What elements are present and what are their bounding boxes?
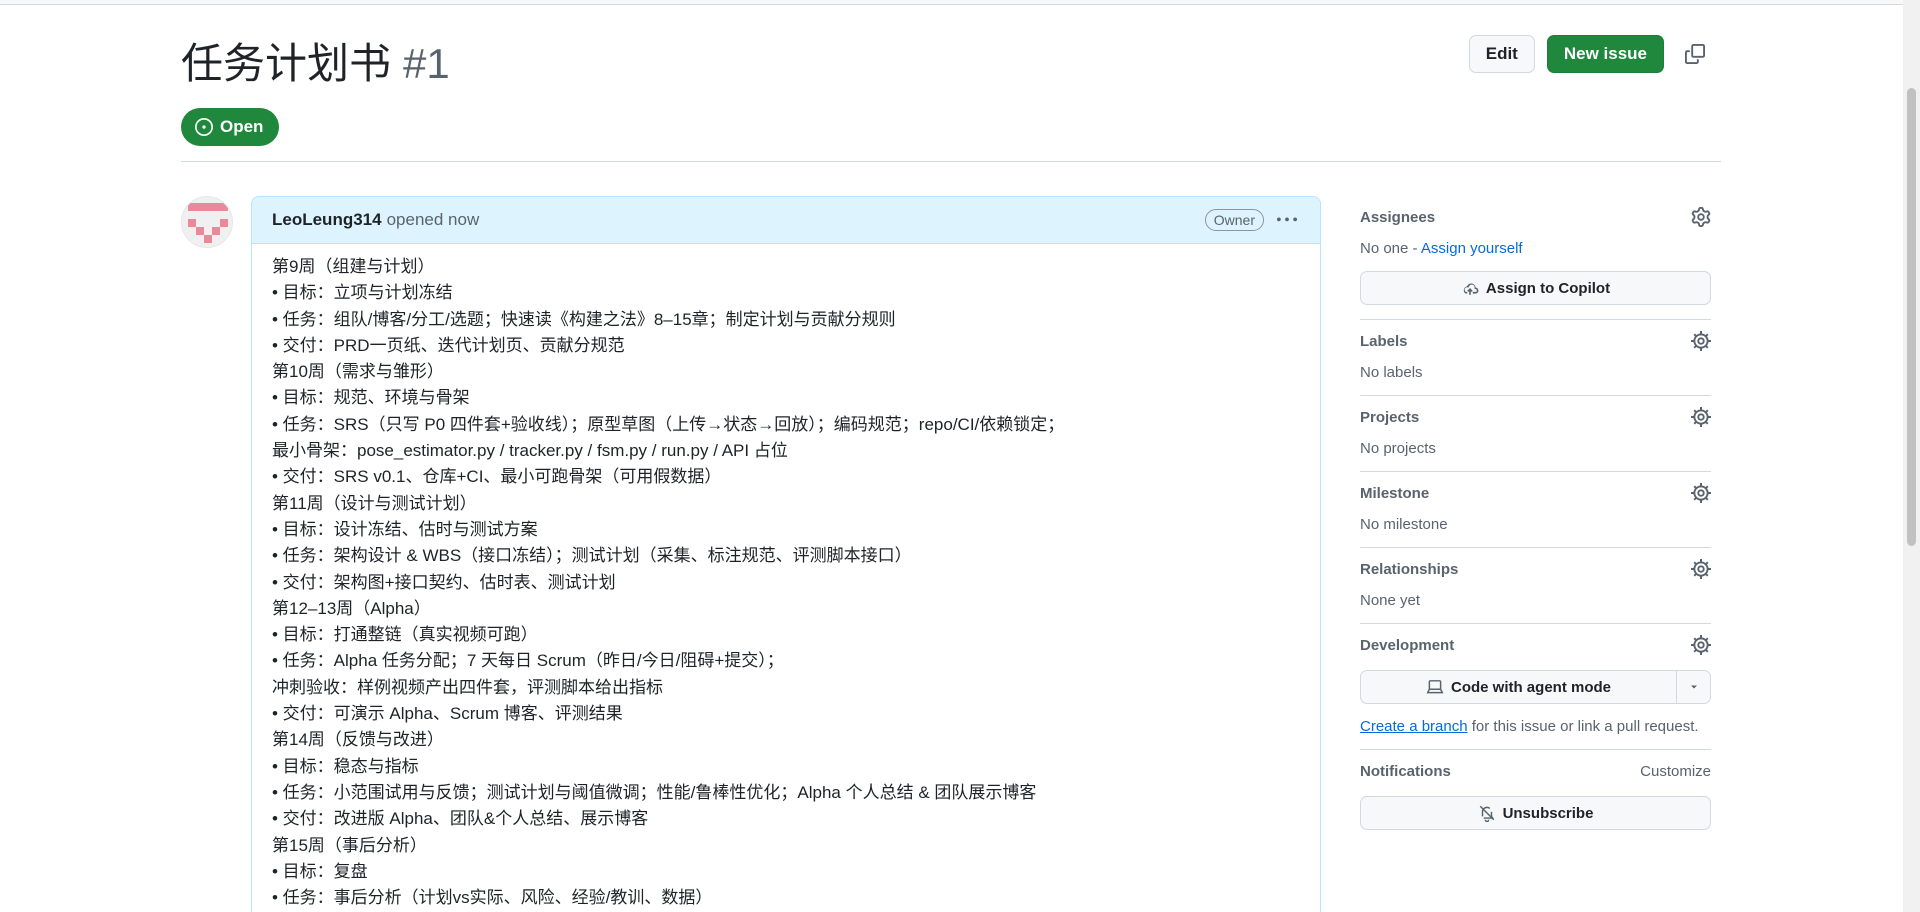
owner-badge: Owner — [1204, 209, 1264, 231]
body-line: • 任务：小范围试用与反馈；测试计划与阈值微调；性能/鲁棒性优化；Alpha 个… — [272, 782, 1037, 802]
body-line: 第12–13周（Alpha） — [272, 598, 431, 618]
kebab-menu-icon[interactable] — [1274, 207, 1300, 233]
issue-title: 任务计划书 — [181, 40, 392, 87]
new-issue-button[interactable]: New issue — [1546, 35, 1664, 73]
scrollbar-thumb[interactable] — [1907, 88, 1916, 546]
body-line: • 交付：可演示 Alpha、Scrum 博客、评测结果 — [272, 704, 623, 724]
edit-button[interactable]: Edit — [1468, 35, 1535, 73]
issue-state-badge: Open — [181, 108, 280, 146]
body-line: 冲刺验收：样例视频产出四件套，评测脚本给出指标 — [272, 677, 663, 697]
body-line: • 交付：改进版 Alpha、团队&个人总结、展示博客 — [272, 809, 649, 829]
milestone-empty-text: No milestone — [1360, 516, 1448, 533]
labels-heading: Labels — [1360, 332, 1408, 350]
body-line: • 目标：设计冻结、估时与测试方案 — [272, 519, 538, 539]
page-scrollbar[interactable] — [1903, 0, 1920, 912]
triangle-down-icon — [1690, 685, 1697, 689]
state-label: Open — [220, 117, 264, 136]
body-line: 最小骨架：pose_estimator.py / tracker.py / fs… — [272, 441, 788, 461]
unsubscribe-label: Unsubscribe — [1502, 804, 1594, 822]
create-branch-suffix: for this issue or link a pull request. — [1471, 718, 1699, 735]
agent-mode-dropdown-button[interactable] — [1677, 670, 1711, 704]
labels-section: Labels No labels — [1360, 320, 1711, 396]
assign-yourself-link[interactable]: Assign yourself — [1421, 240, 1523, 257]
bell-slash-icon — [1479, 805, 1494, 822]
milestone-section: Milestone No milestone — [1360, 472, 1711, 548]
body-line: • 任务：组队/博客/分工/选题；快速读《构建之法》8–15章；制定计划与贡献分… — [272, 309, 896, 329]
comment-author-link[interactable]: LeoLeung314 — [272, 210, 382, 230]
body-line: 第15周（事后分析） — [272, 835, 427, 855]
gear-icon[interactable] — [1691, 407, 1711, 427]
body-line: • 目标：规范、环境与骨架 — [272, 388, 470, 408]
assignees-empty-text: No one - — [1360, 240, 1418, 257]
issue-sidebar: Assignees No one - Assign yourself Assig… — [1360, 196, 1711, 844]
projects-section: Projects No projects — [1360, 396, 1711, 472]
body-line: 第11周（设计与测试计划） — [272, 493, 477, 513]
gear-icon[interactable] — [1691, 331, 1711, 351]
body-line: • 任务：SRS（只写 P0 四件套+验收线）；原型草图（上传→状态→回放）；编… — [272, 414, 1065, 434]
assignees-heading: Assignees — [1360, 208, 1436, 226]
notifications-section: Notifications Customize Unsubscribe — [1360, 750, 1711, 844]
labels-empty-text: No labels — [1360, 364, 1423, 381]
code-with-agent-mode-label: Code with agent mode — [1450, 678, 1611, 696]
create-branch-link[interactable]: Create a branch — [1360, 718, 1468, 735]
issue-opened-icon — [195, 118, 213, 136]
gear-icon[interactable] — [1691, 483, 1711, 503]
header-divider — [181, 161, 1721, 162]
body-line: • 任务：事后分析（计划vs实际、风险、经验/教训、数据） — [272, 888, 713, 908]
comment-timestamp[interactable]: opened now — [387, 210, 480, 230]
body-line: • 目标：复盘 — [272, 861, 368, 881]
body-line: • 交付：PRD一页纸、迭代计划页、贡献分规范 — [272, 335, 625, 355]
issue-number: #1 — [403, 40, 450, 87]
body-line: • 交付：SRS v0.1、仓库+CI、最小可跑骨架（可用假数据） — [272, 467, 722, 487]
relationships-heading: Relationships — [1360, 560, 1459, 578]
comment-body: 第9周（组建与计划） • 目标：立项与计划冻结 • 任务：组队/博客/分工/选题… — [252, 244, 1320, 911]
comment-header: LeoLeung314 opened now Owner — [252, 197, 1320, 244]
projects-empty-text: No projects — [1360, 440, 1436, 457]
customize-link[interactable]: Customize — [1640, 763, 1711, 780]
body-line: 第10周（需求与雏形） — [272, 362, 444, 382]
assign-to-copilot-label: Assign to Copilot — [1485, 279, 1611, 297]
body-line: • 目标：立项与计划冻结 — [272, 283, 453, 303]
body-line: • 目标：打通整链（真实视频可跑） — [272, 625, 538, 645]
milestone-heading: Milestone — [1360, 484, 1430, 502]
avatar[interactable] — [181, 196, 233, 248]
assignees-section: Assignees No one - Assign yourself Assig… — [1360, 196, 1711, 320]
assign-to-copilot-button[interactable]: Assign to Copilot — [1360, 271, 1711, 305]
development-heading: Development — [1360, 636, 1455, 654]
gear-icon[interactable] — [1691, 559, 1711, 579]
issue-title-row: 任务计划书 #1 — [181, 38, 450, 90]
body-line: 第9周（组建与计划） — [272, 257, 435, 276]
unsubscribe-button[interactable]: Unsubscribe — [1360, 796, 1711, 830]
notifications-heading: Notifications — [1360, 762, 1451, 780]
agent-mode-split-button: Code with agent mode — [1360, 670, 1711, 704]
copy-link-icon[interactable] — [1676, 35, 1714, 73]
code-with-agent-mode-button[interactable]: Code with agent mode — [1360, 670, 1677, 704]
body-line: • 任务：Alpha 任务分配；7 天每日 Scrum（昨日/今日/阻碍+提交）… — [272, 651, 784, 671]
cloud-upload-icon — [1463, 283, 1479, 295]
top-border — [0, 0, 1920, 5]
gear-icon[interactable] — [1691, 635, 1711, 655]
relationships-empty-text: None yet — [1360, 592, 1421, 609]
body-line: • 交付：架构图+接口契约、估时表、测试计划 — [272, 572, 616, 592]
issue-body-comment: LeoLeung314 opened now Owner 第9周（组建与计划） … — [251, 196, 1321, 912]
development-section: Development Code with agent mode Create … — [1360, 624, 1711, 750]
body-line: • 目标：稳态与指标 — [272, 756, 419, 776]
relationships-section: Relationships None yet — [1360, 548, 1711, 624]
projects-heading: Projects — [1360, 408, 1420, 426]
laptop-icon — [1426, 680, 1444, 694]
body-line: • 任务：架构设计 & WBS（接口冻结）；测试计划（采集、标注规范、评测脚本接… — [272, 546, 912, 566]
body-line: 第14周（反馈与改进） — [272, 730, 444, 750]
header-actions: Edit New issue — [1468, 35, 1714, 73]
gear-icon[interactable] — [1691, 207, 1711, 227]
